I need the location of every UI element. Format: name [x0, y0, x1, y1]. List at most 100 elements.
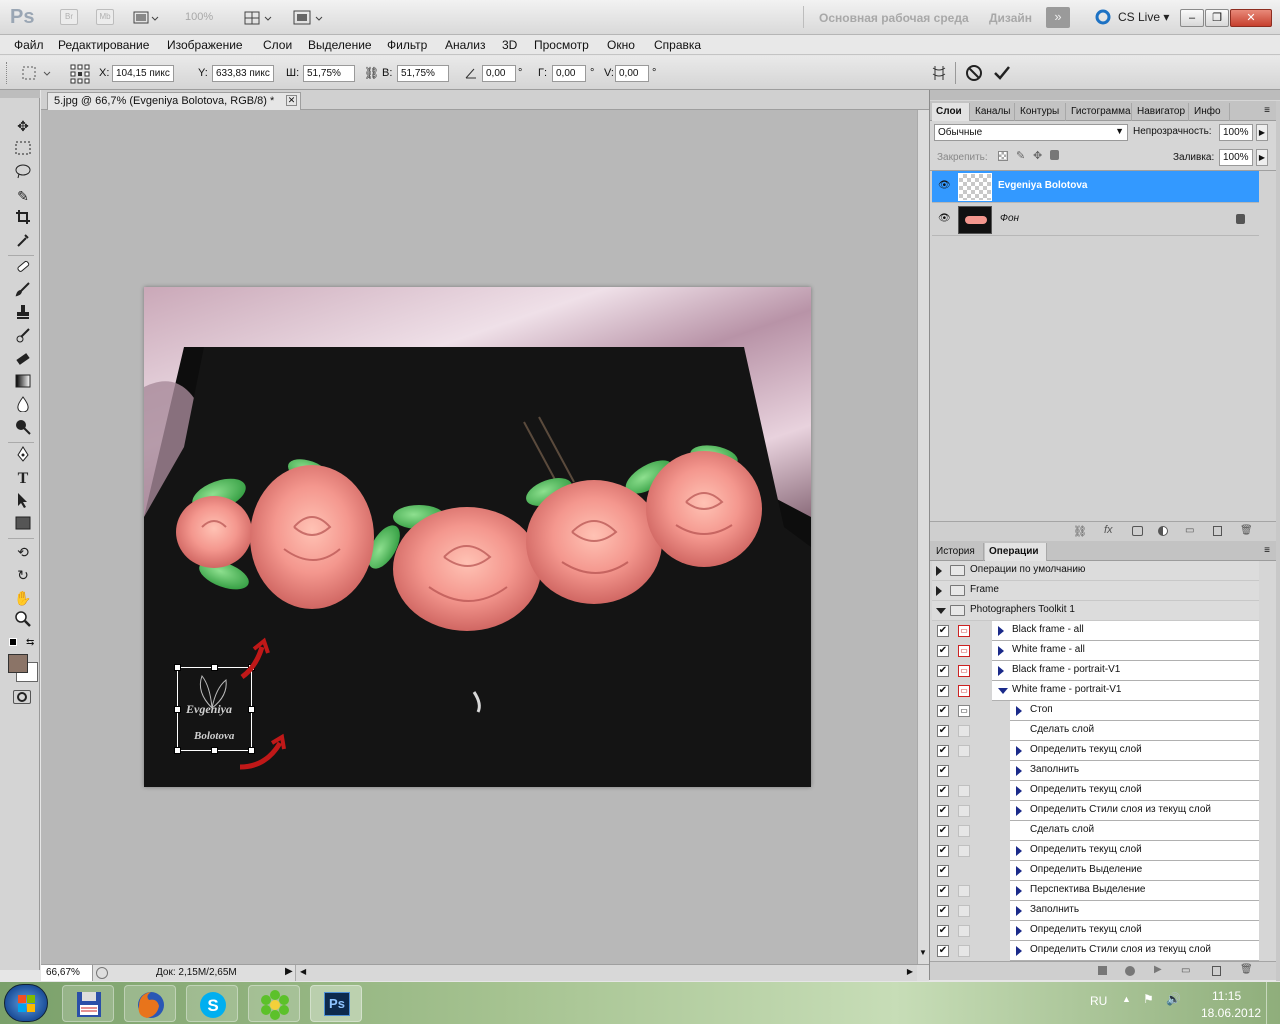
add-mask-icon[interactable]: [1132, 526, 1143, 536]
action-row[interactable]: Определить текущ слой: [1010, 781, 1259, 801]
quick-selection-tool-icon[interactable]: ✎: [12, 186, 34, 206]
rectangle-tool-icon[interactable]: [12, 515, 34, 535]
transform-handle[interactable]: [211, 664, 218, 671]
crop-tool-icon[interactable]: [12, 209, 34, 229]
action-toggle-checkbox[interactable]: ✔: [937, 785, 949, 797]
type-tool-icon[interactable]: T: [12, 469, 34, 489]
dialog-toggle-icon[interactable]: ▭: [958, 705, 970, 717]
taskbar-skype[interactable]: S: [186, 985, 238, 1022]
action-row[interactable]: Сделать слой: [1010, 821, 1259, 841]
workspace-design[interactable]: Дизайн: [989, 11, 1032, 25]
more-workspaces-button[interactable]: »: [1046, 7, 1070, 28]
expand-triangle-right-icon[interactable]: [1016, 906, 1022, 916]
cs-live-menu[interactable]: CS Live ▾: [1118, 10, 1169, 24]
expand-triangle-right-icon[interactable]: [1016, 746, 1022, 756]
blur-tool-icon[interactable]: [12, 396, 34, 416]
close-tab-icon[interactable]: ✕: [286, 95, 297, 106]
action-toggle-checkbox[interactable]: ✔: [937, 885, 949, 897]
action-row[interactable]: Определить текущ слой: [1010, 841, 1259, 861]
expand-triangle-right-icon[interactable]: [1016, 766, 1022, 776]
move-tool-icon[interactable]: ✥: [12, 116, 34, 136]
action-row[interactable]: Стоп: [1010, 701, 1259, 721]
dodge-tool-icon[interactable]: [12, 419, 34, 439]
menu-view[interactable]: Просмотр: [534, 38, 589, 52]
status-menu-arrow-icon[interactable]: ▶: [285, 966, 293, 977]
delete-action-icon[interactable]: 🗑: [1240, 964, 1253, 975]
height-percent-field[interactable]: 51,75%: [397, 65, 449, 82]
expand-triangle-down-icon[interactable]: [936, 608, 946, 614]
expand-triangle-right-icon[interactable]: [1016, 946, 1022, 956]
new-group-icon[interactable]: ▭: [1185, 525, 1194, 536]
action-row[interactable]: Black frame - portrait-V1: [992, 661, 1259, 681]
action-toggle-checkbox[interactable]: ✔: [937, 925, 949, 937]
action-toggle-checkbox[interactable]: ✔: [937, 845, 949, 857]
eraser-tool-icon[interactable]: [12, 350, 34, 370]
lock-position-icon[interactable]: ✥: [1033, 149, 1042, 162]
expand-triangle-right-icon[interactable]: [1016, 926, 1022, 936]
layer-row-watermark[interactable]: 👁 Evgeniya Bolotova: [932, 171, 1259, 203]
show-desktop-button[interactable]: [1266, 982, 1280, 1024]
expand-triangle-right-icon[interactable]: [998, 646, 1004, 656]
h-skew-field[interactable]: 0,00: [552, 65, 586, 82]
taskbar-icq[interactable]: [248, 985, 300, 1022]
action-toggle-checkbox[interactable]: ✔: [937, 705, 949, 717]
menu-3d[interactable]: 3D: [502, 38, 517, 52]
new-set-icon[interactable]: ▭: [1181, 965, 1190, 976]
expand-triangle-right-icon[interactable]: [936, 586, 942, 596]
expand-triangle-right-icon[interactable]: [1016, 846, 1022, 856]
menu-filter[interactable]: Фильтр: [387, 38, 427, 52]
action-toggle-checkbox[interactable]: ✔: [937, 745, 949, 757]
action-toggle-checkbox[interactable]: ✔: [937, 945, 949, 957]
menu-layer[interactable]: Слои: [263, 38, 292, 52]
scroll-left-icon[interactable]: ◀: [300, 967, 306, 976]
transform-handle[interactable]: [174, 664, 181, 671]
opacity-field[interactable]: 100%: [1219, 124, 1253, 141]
action-toggle-checkbox[interactable]: ✔: [937, 805, 949, 817]
start-button[interactable]: [4, 984, 48, 1022]
tab-paths[interactable]: Контуры: [1016, 103, 1066, 121]
eyedropper-tool-icon[interactable]: [12, 232, 34, 252]
menu-file[interactable]: Файл: [14, 38, 44, 52]
transform-handle[interactable]: [211, 747, 218, 754]
language-indicator[interactable]: RU: [1090, 994, 1107, 1008]
menu-analysis[interactable]: Анализ: [445, 38, 486, 52]
lock-all-icon[interactable]: [1050, 150, 1059, 160]
lasso-tool-icon[interactable]: [12, 163, 34, 183]
arrange-documents-button[interactable]: [243, 10, 275, 26]
dialog-toggle-icon[interactable]: [958, 885, 970, 897]
dialog-toggle-icon[interactable]: ▭: [958, 685, 970, 697]
horizontal-scrollbar[interactable]: ◀ ▶: [295, 965, 917, 981]
dialog-toggle-icon[interactable]: [958, 805, 970, 817]
dialog-toggle-icon[interactable]: [958, 745, 970, 757]
clock-time[interactable]: 11:15: [1212, 989, 1241, 1003]
action-row[interactable]: Определить Стили слоя из текущ слой: [1010, 941, 1259, 961]
zoom-level-select[interactable]: 100%: [185, 11, 213, 23]
link-layers-icon[interactable]: ⛓: [1073, 525, 1087, 538]
dialog-toggle-icon[interactable]: [958, 725, 970, 737]
gradient-tool-icon[interactable]: [12, 373, 34, 393]
screen-mode-button[interactable]: [292, 10, 328, 26]
action-row[interactable]: Определить Выделение: [1010, 861, 1259, 881]
tab-actions[interactable]: Операции: [985, 543, 1047, 561]
menu-window[interactable]: Окно: [607, 38, 635, 52]
action-row[interactable]: White frame - all: [992, 641, 1259, 661]
action-toggle-checkbox[interactable]: ✔: [937, 765, 949, 777]
rotation-field[interactable]: 0,00: [482, 65, 516, 82]
maximize-button[interactable]: ❐: [1205, 9, 1229, 27]
layer-name[interactable]: Evgeniya Bolotova: [998, 180, 1087, 191]
zoom-tool-icon[interactable]: [12, 611, 34, 631]
action-toggle-checkbox[interactable]: ✔: [937, 865, 949, 877]
status-info-icon[interactable]: [96, 967, 108, 979]
action-toggle-checkbox[interactable]: ✔: [937, 905, 949, 917]
vertical-scrollbar[interactable]: ▼: [917, 110, 929, 964]
expand-triangle-right-icon[interactable]: [1016, 806, 1022, 816]
dialog-toggle-icon[interactable]: [958, 925, 970, 937]
fill-field[interactable]: 100%: [1219, 149, 1253, 166]
blend-mode-select[interactable]: Обычные ▼: [934, 124, 1128, 141]
dialog-toggle-icon[interactable]: [958, 825, 970, 837]
dialog-toggle-icon[interactable]: ▭: [958, 665, 970, 677]
action-row[interactable]: Black frame - all: [992, 621, 1259, 641]
width-percent-field[interactable]: 51,75%: [303, 65, 355, 82]
action-row[interactable]: Определить Стили слоя из текущ слой: [1010, 801, 1259, 821]
link-proportions-icon[interactable]: ⛓: [364, 66, 379, 82]
